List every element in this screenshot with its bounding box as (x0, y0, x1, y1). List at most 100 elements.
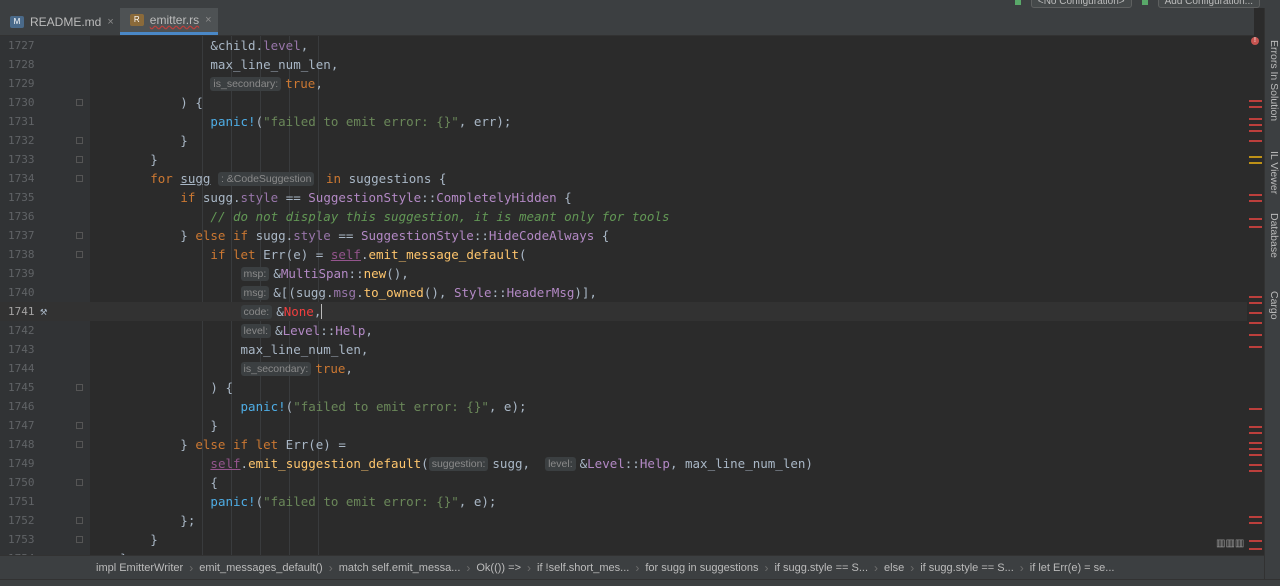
breadcrumb-item[interactable]: if !self.short_mes... (531, 562, 635, 574)
close-icon[interactable]: × (107, 16, 113, 28)
fold-marker-icon[interactable] (76, 137, 83, 144)
error-stripe-mark[interactable] (1249, 432, 1262, 434)
code-line[interactable]: 1746 panic!("failed to emit error: {}", … (0, 397, 1247, 416)
code-line[interactable]: 1733 } (0, 150, 1247, 169)
close-icon[interactable]: × (205, 14, 211, 26)
code-line[interactable]: 1752 }; (0, 511, 1247, 530)
breadcrumb-item[interactable]: if sugg.style == S... (768, 562, 874, 574)
error-stripe-mark[interactable] (1249, 540, 1262, 542)
error-stripe-mark[interactable] (1249, 296, 1262, 298)
error-stripe-mark[interactable] (1249, 194, 1262, 196)
error-stripe-mark[interactable] (1249, 106, 1262, 108)
breadcrumb-item[interactable]: if sugg.style == S... (914, 562, 1020, 574)
fold-marker-icon[interactable] (76, 422, 83, 429)
code-line[interactable]: 1744 is_secondary: true, (0, 359, 1247, 378)
error-stripe-mark[interactable] (1249, 426, 1262, 428)
hammer-icon[interactable] (1141, 0, 1148, 5)
error-stripe-mark[interactable] (1249, 464, 1262, 466)
fold-marker-icon[interactable] (76, 536, 83, 543)
error-stripe-mark[interactable] (1249, 218, 1262, 220)
code-line[interactable]: 1739 msp: &MultiSpan::new(), (0, 264, 1247, 283)
reader-mode-icon[interactable]: ▥▥▥ (1216, 538, 1244, 549)
fold-marker-icon[interactable] (76, 175, 83, 182)
error-stripe-mark[interactable] (1249, 118, 1262, 120)
breadcrumb-item[interactable]: emit_messages_default() (193, 562, 329, 574)
code-line[interactable]: 1732 } (0, 131, 1247, 150)
error-stripe-mark[interactable] (1249, 226, 1262, 228)
error-stripe-mark[interactable] (1249, 442, 1262, 444)
add-configuration-button[interactable]: Add Configuration... (1157, 0, 1260, 8)
code-line[interactable]: 1727 &child.level, (0, 36, 1247, 55)
code-line[interactable]: 1738 if let Err(e) = self.emit_message_d… (0, 245, 1247, 264)
error-stripe-mark[interactable] (1249, 516, 1262, 518)
code-line[interactable]: 1748 } else if let Err(e) = (0, 435, 1247, 454)
code-line[interactable]: 1728 max_line_num_len, (0, 55, 1247, 74)
code-line[interactable]: 1743 max_line_num_len, (0, 340, 1247, 359)
code-line[interactable]: 1745 ) { (0, 378, 1247, 397)
error-stripe-mark[interactable] (1249, 200, 1262, 202)
breadcrumb-item[interactable]: for sugg in suggestions (639, 562, 764, 574)
error-stripe-mark[interactable] (1249, 334, 1262, 336)
fold-marker-icon[interactable] (76, 384, 83, 391)
code-line[interactable]: 1740 msg: &[(sugg.msg.to_owned(), Style::… (0, 283, 1247, 302)
fold-marker-icon[interactable] (76, 479, 83, 486)
code-line[interactable]: 1735 if sugg.style == SuggestionStyle::C… (0, 188, 1247, 207)
code-line[interactable]: 1730 ) { (0, 93, 1247, 112)
error-stripe-mark[interactable] (1249, 448, 1262, 450)
breadcrumb-item[interactable]: match self.emit_messa... (333, 562, 467, 574)
line-number: 1746 (8, 400, 35, 413)
code-editor[interactable]: 1727 &child.level, 1728 max_line_num_len,… (0, 36, 1247, 555)
breadcrumb-item[interactable]: Ok(()) => (470, 562, 527, 574)
tool-window-errors-in-solution[interactable]: Errors In Solution (1266, 40, 1280, 121)
hammer-icon[interactable]: ⚒ (40, 302, 47, 321)
error-stripe-mark[interactable] (1249, 408, 1262, 410)
breadcrumb-item[interactable]: else (878, 562, 910, 574)
code-line[interactable]: 1749 self.emit_suggestion_default(sugges… (0, 454, 1247, 473)
fold-marker-icon[interactable] (76, 99, 83, 106)
error-stripe-mark[interactable] (1249, 130, 1262, 132)
line-number: 1727 (8, 39, 35, 52)
code-line[interactable]: 1736 // do not display this suggestion, … (0, 207, 1247, 226)
fold-marker-icon[interactable] (76, 156, 83, 163)
error-stripe-mark[interactable] (1249, 454, 1262, 456)
error-stripe-mark[interactable] (1249, 346, 1262, 348)
code-line[interactable]: 1737 } else if sugg.style == SuggestionS… (0, 226, 1247, 245)
tab-emitter-rs[interactable]: R emitter.rs × (119, 8, 218, 35)
code-line[interactable]: 1742 level: &Level::Help, (0, 321, 1247, 340)
tool-window-cargo[interactable]: Cargo (1266, 291, 1280, 320)
error-stripe-mark[interactable] (1249, 312, 1262, 314)
build-icon[interactable] (1014, 0, 1021, 5)
code-text: for sugg : &CodeSuggestion in suggestion… (150, 171, 447, 186)
run-config-select[interactable]: <No Configuration> (1030, 0, 1132, 8)
error-icon[interactable]: ! (1251, 37, 1259, 45)
code-line[interactable]: 1750 { (0, 473, 1247, 492)
error-stripe-mark[interactable] (1249, 100, 1262, 102)
code-line[interactable]: 1751 panic!("failed to emit error: {}", … (0, 492, 1247, 511)
code-line[interactable]: 1731 panic!("failed to emit error: {}", … (0, 112, 1247, 131)
code-text: } (90, 418, 218, 433)
code-line[interactable]: 1741 ⚒ code: &None, (0, 302, 1247, 321)
error-stripe-mark[interactable] (1249, 548, 1262, 550)
breadcrumb-item[interactable]: impl EmitterWriter (90, 562, 189, 574)
fold-marker-icon[interactable] (76, 441, 83, 448)
error-stripe-mark[interactable] (1249, 124, 1262, 126)
fold-marker-icon[interactable] (76, 517, 83, 524)
code-line[interactable]: 1747 } (0, 416, 1247, 435)
tool-window-database[interactable]: Database (1266, 213, 1280, 258)
breadcrumb-item[interactable]: if let Err(e) = se... (1024, 562, 1121, 574)
fold-marker-icon[interactable] (76, 251, 83, 258)
error-stripe-mark[interactable] (1249, 156, 1262, 158)
line-number: 1742 (8, 324, 35, 337)
code-line[interactable]: 1734 for sugg : &CodeSuggestion in sugge… (0, 169, 1247, 188)
fold-marker-icon[interactable] (76, 232, 83, 239)
error-stripe-mark[interactable] (1249, 522, 1262, 524)
error-stripe-mark[interactable] (1249, 302, 1262, 304)
error-stripe-mark[interactable] (1249, 470, 1262, 472)
error-stripe-mark[interactable] (1249, 322, 1262, 324)
error-stripe-mark[interactable] (1249, 162, 1262, 164)
tool-window-il-viewer[interactable]: IL Viewer (1266, 151, 1280, 194)
code-line[interactable]: 1753 } (0, 530, 1247, 549)
tab-readme[interactable]: M README.md × (0, 8, 120, 35)
code-line[interactable]: 1729 is_secondary: true, (0, 74, 1247, 93)
error-stripe-mark[interactable] (1249, 140, 1262, 142)
